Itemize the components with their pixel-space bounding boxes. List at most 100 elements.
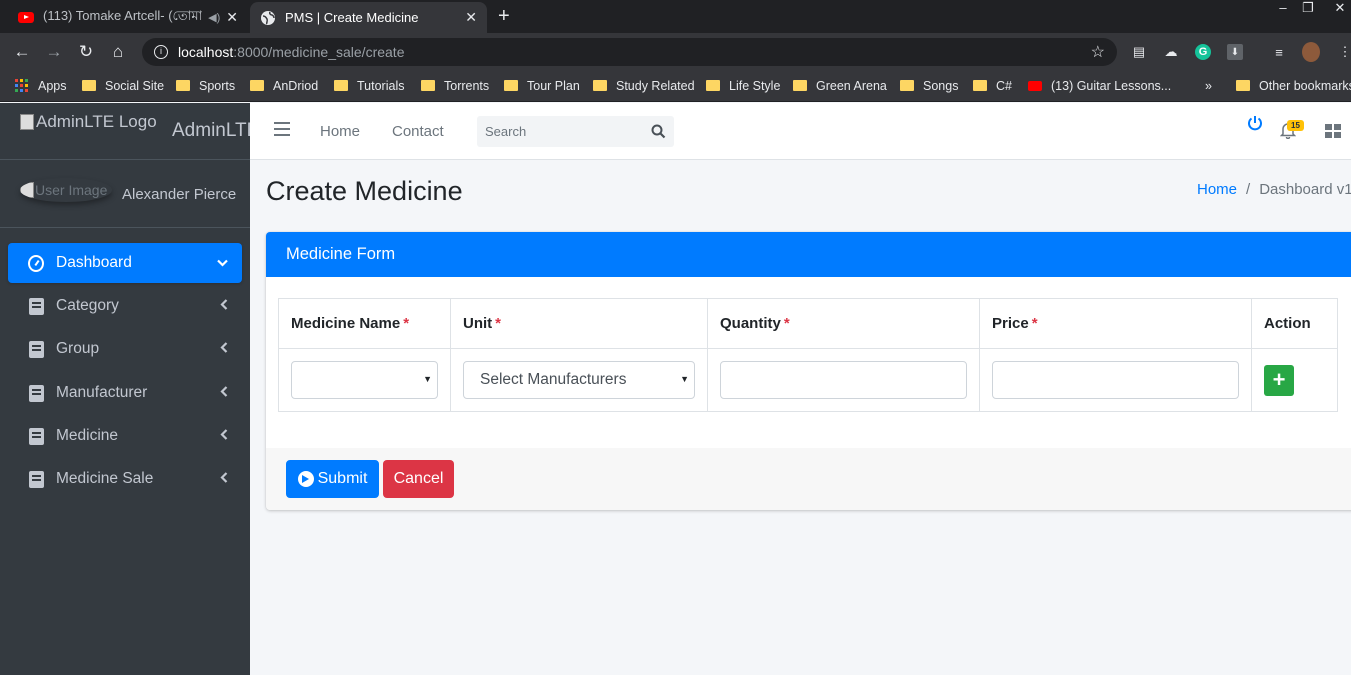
sidebar-item-dashboard[interactable]: Dashboard <box>8 243 242 283</box>
folder-icon <box>504 80 518 91</box>
bookmark-folder[interactable]: Songs <box>900 70 958 101</box>
column-label: Price <box>992 315 1029 332</box>
new-tab-button[interactable]: + <box>498 6 510 26</box>
speaker-muted-icon[interactable]: ◀) <box>208 11 220 24</box>
sidebar-item-label: Dashboard <box>56 254 132 271</box>
bookmark-folder[interactable]: C# <box>973 70 1012 101</box>
power-icon[interactable] <box>1247 115 1263 131</box>
bookmark-label: Social Site <box>105 78 165 93</box>
browser-tab-active[interactable]: PMS | Create Medicine ✕ <box>250 2 487 33</box>
user-name-link[interactable]: Alexander Pierce <box>122 186 236 203</box>
column-header-quantity: Quantity * <box>707 298 980 349</box>
bookmark-apps[interactable]: Apps <box>15 70 67 101</box>
nav-link-contact[interactable]: Contact <box>392 123 444 140</box>
bookmark-label: Apps <box>38 78 67 93</box>
forward-arrow-icon[interactable]: → <box>38 42 70 62</box>
bookmark-folder[interactable]: Social Site <box>82 70 164 101</box>
add-row-button[interactable]: + <box>1264 364 1294 396</box>
breadcrumb-home-link[interactable]: Home <box>1197 181 1237 198</box>
submit-label: Submit <box>317 470 368 487</box>
required-asterisk: * <box>783 315 790 332</box>
bookmark-folder[interactable]: Tutorials <box>334 70 404 101</box>
user-image-alt-text: User Image <box>35 182 108 198</box>
sidebar-item-group[interactable]: Group <box>8 329 242 369</box>
broken-image-icon <box>20 182 34 198</box>
bookmark-star-icon[interactable]: ☆ <box>1091 42 1105 62</box>
table-row: ▼ Select Manufacturers ▼ + <box>278 348 1338 412</box>
reload-icon[interactable]: ↻ <box>70 42 102 62</box>
address-bar[interactable]: i localhost:8000/medicine_sale/create ☆ <box>142 38 1117 66</box>
media-queue-icon[interactable]: ≡ <box>1270 43 1288 61</box>
page-title: Create Medicine <box>266 176 463 206</box>
notification-count-badge: 15 <box>1287 120 1304 131</box>
other-bookmarks[interactable]: Other bookmarks <box>1236 70 1351 101</box>
bookmarks-overflow-button[interactable]: » <box>1205 70 1212 101</box>
bookmark-folder[interactable]: Life Style <box>706 70 780 101</box>
youtube-icon <box>18 10 34 26</box>
bookmark-folder[interactable]: Green Arena <box>793 70 887 101</box>
bookmark-folder[interactable]: Torrents <box>421 70 489 101</box>
control-sidebar-grid-icon[interactable] <box>1325 124 1341 138</box>
card-title: Medicine Form <box>286 245 396 263</box>
price-input[interactable] <box>992 361 1239 399</box>
browser-menu-icon[interactable]: ⋮ <box>1336 43 1351 61</box>
extension-icon[interactable]: ☁ <box>1162 43 1180 61</box>
column-header-action: Action <box>1251 298 1338 349</box>
grammarly-icon[interactable]: G <box>1194 43 1212 61</box>
sidebar-item-category[interactable]: Category <box>8 286 242 326</box>
bookmark-folder[interactable]: Tour Plan <box>504 70 580 101</box>
bookmark-folder[interactable]: Study Related <box>593 70 695 101</box>
column-header-medicine-name: Medicine Name * <box>278 298 451 349</box>
user-avatar[interactable]: User Image <box>20 178 112 202</box>
unit-select[interactable]: Select Manufacturers ▼ <box>463 361 695 399</box>
brand-link[interactable]: AdminLTE Logo AdminLTE <box>0 103 259 160</box>
dashboard-gauge-icon <box>28 254 44 272</box>
sidebar-item-manufacturer[interactable]: Manufacturer <box>8 373 242 413</box>
search-icon[interactable] <box>651 124 666 139</box>
close-window-icon[interactable]: ✕ <box>1327 0 1351 16</box>
home-icon[interactable]: ⌂ <box>102 42 134 62</box>
submit-button[interactable]: Submit <box>286 460 379 498</box>
action-cell: + <box>1251 348 1338 412</box>
sidebar-item-medicine-sale[interactable]: Medicine Sale <box>8 459 242 499</box>
book-icon <box>28 297 44 315</box>
close-tab-icon[interactable]: ✕ <box>226 9 238 26</box>
download-icon[interactable]: ⬇ <box>1226 43 1244 61</box>
chevron-left-icon <box>220 472 228 486</box>
back-arrow-icon[interactable]: ← <box>6 42 38 62</box>
breadcrumb-separator: / <box>1246 181 1251 198</box>
medicine-form-card: Medicine Form Medicine Name * Unit * Quant… <box>266 232 1351 510</box>
medicine-name-select[interactable]: ▼ <box>291 361 438 399</box>
required-asterisk: * <box>1031 315 1038 332</box>
bookmark-label: (13) Guitar Lessons... <box>1051 78 1172 93</box>
hamburger-menu-icon[interactable] <box>274 122 290 136</box>
column-label: Action <box>1264 315 1311 332</box>
folder-icon <box>421 80 435 91</box>
tab-title: PMS | Create Medicine <box>285 10 419 25</box>
close-tab-icon[interactable]: ✕ <box>465 9 477 26</box>
search-input[interactable] <box>477 116 642 147</box>
extension-icon[interactable]: ▤ <box>1130 43 1148 61</box>
tab-title: (113) Tomake Artcell- (তোমা <box>43 8 203 23</box>
bookmark-youtube[interactable]: (13) Guitar Lessons... <box>1028 70 1171 101</box>
column-label: Unit <box>463 315 493 332</box>
folder-icon <box>706 80 720 91</box>
bookmark-folder[interactable]: AnDriod <box>250 70 318 101</box>
minimize-window-icon[interactable]: – <box>1270 0 1296 16</box>
browser-tab-youtube[interactable]: (113) Tomake Artcell- (তোমা ◀) ✕ <box>8 2 248 33</box>
sidebar-item-medicine[interactable]: Medicine <box>8 416 242 456</box>
profile-avatar[interactable] <box>1302 42 1320 62</box>
folder-icon <box>250 80 264 91</box>
user-panel: User Image Alexander Pierce <box>0 160 250 228</box>
restore-window-icon[interactable]: ❐ <box>1295 0 1321 16</box>
site-info-icon[interactable]: i <box>154 45 168 59</box>
price-cell <box>979 348 1252 412</box>
cancel-button[interactable]: Cancel <box>383 460 454 498</box>
quantity-input[interactable] <box>720 361 967 399</box>
book-icon <box>28 470 44 488</box>
column-label: Medicine Name <box>291 315 401 332</box>
bookmark-folder[interactable]: Sports <box>176 70 235 101</box>
nav-link-home[interactable]: Home <box>320 123 360 140</box>
breadcrumb: Home / Dashboard v1 <box>1197 181 1351 198</box>
bookmark-label: Torrents <box>444 78 490 93</box>
